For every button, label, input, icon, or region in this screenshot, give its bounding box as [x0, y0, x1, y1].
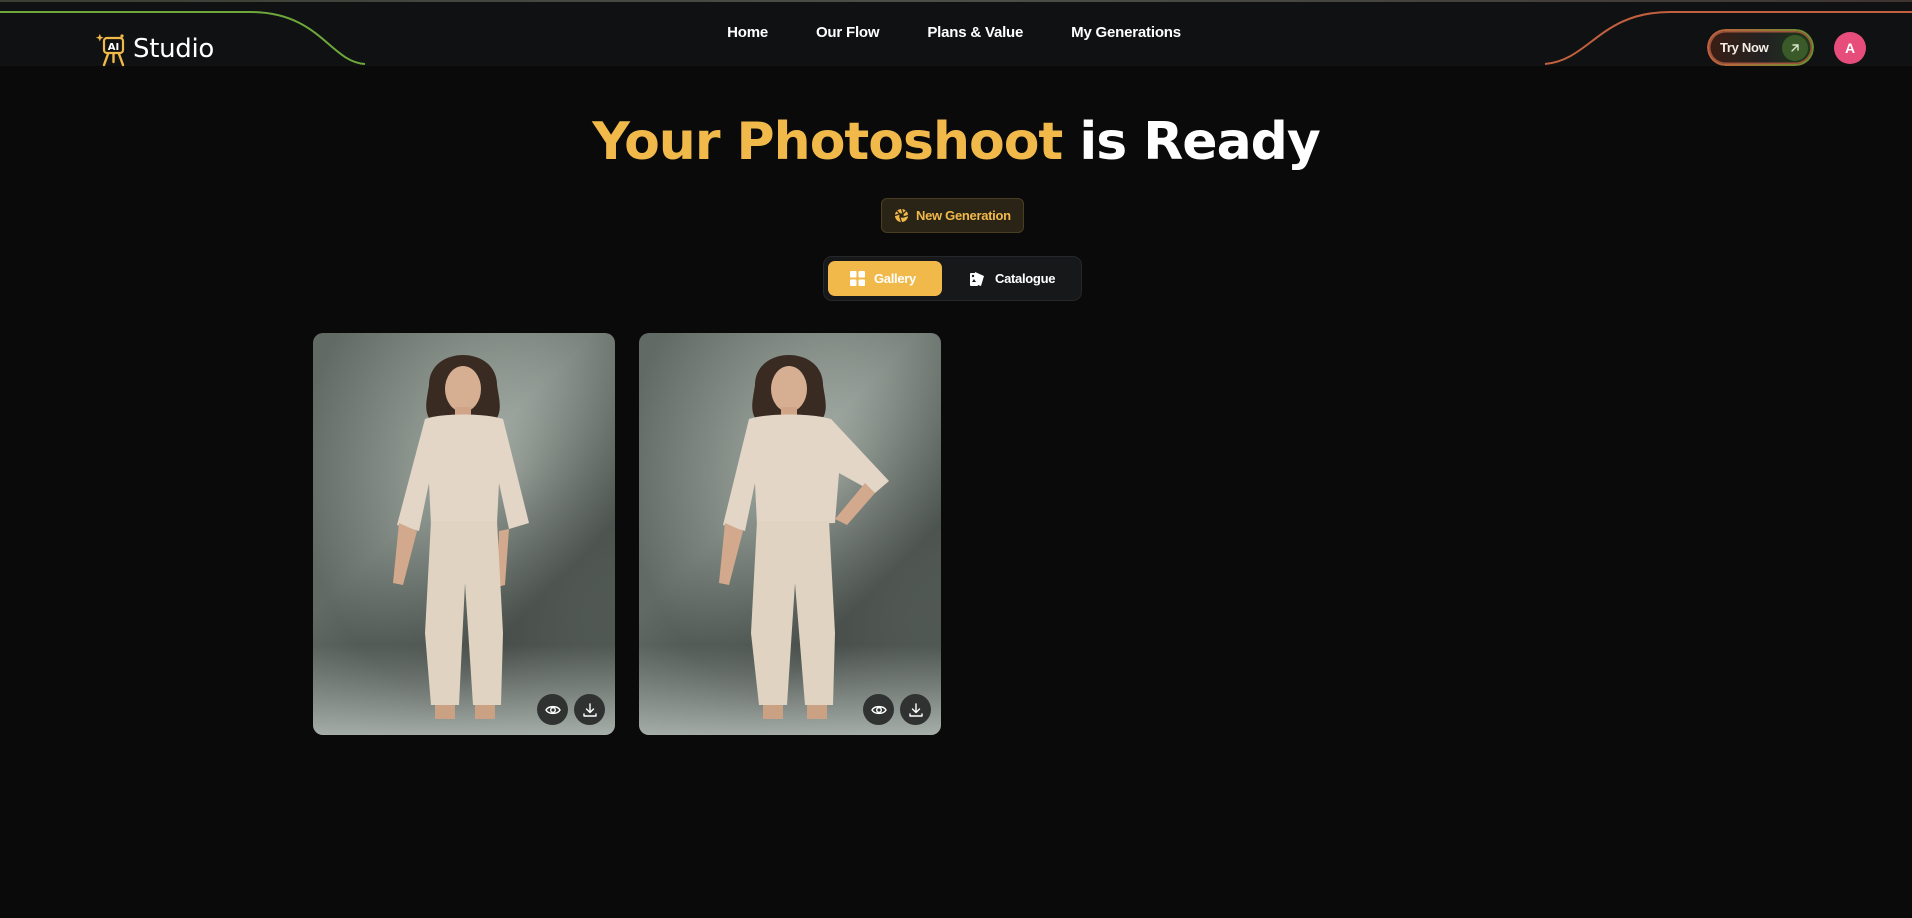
tab-gallery[interactable]: Gallery: [828, 261, 942, 296]
svg-text:AI: AI: [108, 42, 119, 53]
nav-link-plans-value[interactable]: Plans & Value: [927, 24, 1023, 41]
view-image-button[interactable]: [537, 694, 568, 725]
nav-link-home[interactable]: Home: [727, 24, 768, 41]
generated-image-card[interactable]: [313, 333, 615, 735]
page-title-rest: is Ready: [1079, 112, 1320, 172]
aperture-icon: [894, 208, 909, 223]
top-navigation-bar: AI Studio Home Our Flow Plans & Value My…: [0, 0, 1912, 67]
nav-link-our-flow[interactable]: Our Flow: [816, 24, 880, 41]
try-now-label: Try Now: [1720, 40, 1769, 55]
main-nav: Home Our Flow Plans & Value My Generatio…: [0, 24, 1912, 41]
page-title: Your Photoshoot is Ready: [0, 112, 1912, 172]
tab-catalogue-label: Catalogue: [995, 271, 1056, 286]
new-generation-button[interactable]: New Generation: [881, 198, 1024, 233]
catalogue-icon: [970, 271, 984, 286]
generated-image-card[interactable]: [639, 333, 941, 735]
tab-gallery-label: Gallery: [874, 271, 916, 286]
user-avatar[interactable]: A: [1834, 32, 1866, 64]
card-actions: [863, 694, 931, 725]
download-image-button[interactable]: [900, 694, 931, 725]
page-title-accent: Your Photoshoot: [592, 112, 1063, 172]
grid-icon: [850, 271, 865, 286]
download-image-button[interactable]: [574, 694, 605, 725]
try-now-button[interactable]: Try Now: [1707, 29, 1814, 66]
nav-link-my-generations[interactable]: My Generations: [1071, 24, 1181, 41]
view-toggle: Gallery Catalogue: [823, 256, 1082, 301]
eye-icon: [870, 705, 887, 714]
arrow-up-right-icon: [1782, 35, 1808, 61]
download-icon: [908, 702, 923, 717]
view-image-button[interactable]: [863, 694, 894, 725]
eye-icon: [544, 705, 561, 714]
card-actions: [537, 694, 605, 725]
tab-catalogue[interactable]: Catalogue: [966, 261, 1076, 296]
new-generation-label: New Generation: [916, 208, 1011, 223]
download-icon: [582, 702, 597, 717]
model-photo: [393, 355, 529, 719]
model-photo: [719, 355, 889, 719]
